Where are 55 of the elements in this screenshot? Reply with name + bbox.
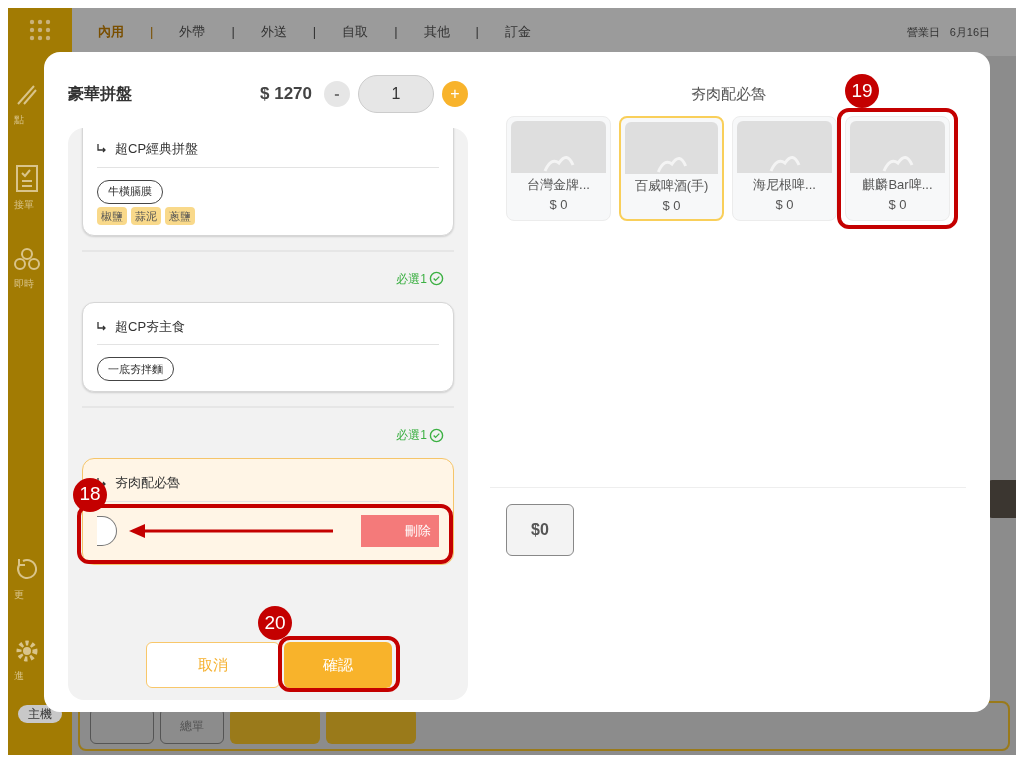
- required-label: 必選1: [396, 427, 427, 444]
- order-type-tab[interactable]: 外帶: [179, 22, 206, 42]
- callout-badge: 18: [73, 477, 107, 512]
- group-title: 夯肉配必魯: [115, 474, 180, 492]
- business-day-label: 營業日: [906, 24, 940, 40]
- quantity-field[interactable]: 1: [358, 75, 434, 113]
- check-circle-icon: [429, 271, 444, 286]
- date-label: 6月16日: [949, 24, 990, 40]
- product-name: 麒麟Bar啤...: [861, 176, 934, 194]
- group-title: 超CP夯主食: [115, 317, 186, 336]
- callout-badge: 20: [258, 606, 292, 640]
- people-icon: [14, 248, 40, 272]
- tab-separator: |: [150, 23, 154, 42]
- tab-separator: |: [475, 23, 479, 42]
- group-title: 超CP經典拼盤: [115, 140, 199, 158]
- order-type-tab[interactable]: 外送: [260, 22, 287, 42]
- option-chip[interactable]: 牛橫膈膜: [97, 179, 163, 204]
- sidebar-label[interactable]: 接單: [14, 197, 34, 212]
- delete-button[interactable]: 刪除: [361, 514, 439, 547]
- tab-separator: |: [312, 23, 317, 42]
- amount-button[interactable]: $0: [506, 504, 574, 556]
- required-label: 必選1: [396, 270, 427, 288]
- seasoning-tag: 椒鹽: [97, 206, 127, 225]
- order-type-tab[interactable]: 自取: [342, 22, 369, 42]
- check-circle-icon: [429, 427, 444, 443]
- dialog-title: 豪華拼盤: [68, 84, 132, 104]
- seasoning-tag: 蔥鹽: [165, 206, 195, 225]
- product-price: $ 0: [548, 195, 569, 214]
- order-type-tab[interactable]: 訂金: [504, 22, 531, 42]
- product-card[interactable]: 麒麟Bar啤... $ 0: [845, 116, 950, 221]
- tab-separator: |: [394, 23, 398, 42]
- sub-arrow-icon: [97, 321, 107, 331]
- callout-badge: 19: [845, 74, 879, 108]
- product-name: 百威啤酒(手): [633, 177, 710, 195]
- product-card[interactable]: 海尼根啤... $ 0: [732, 116, 837, 221]
- item-price: $ 1270: [260, 83, 312, 106]
- product-price: $ 0: [887, 195, 908, 214]
- seasoning-tag: 蒜泥: [131, 206, 161, 225]
- product-card[interactable]: 百威啤酒(手) $ 0: [619, 116, 724, 221]
- sub-arrow-icon: [97, 144, 107, 154]
- product-name: 台灣金牌...: [526, 176, 591, 194]
- product-price: $ 0: [661, 196, 682, 215]
- product-card[interactable]: 台灣金牌... $ 0: [506, 116, 611, 221]
- decrease-button[interactable]: -: [324, 81, 350, 107]
- order-type-tab[interactable]: 其他: [423, 22, 450, 42]
- gear-icon: [14, 638, 40, 664]
- product-name: 海尼根啤...: [752, 176, 817, 194]
- order-type-tab[interactable]: 內用: [98, 22, 124, 42]
- swiped-chip: [97, 515, 117, 546]
- option-chip[interactable]: 一底夯拌麵: [97, 357, 174, 381]
- swipe-arrow-icon: [129, 523, 335, 538]
- clipboard-icon: [14, 163, 40, 193]
- picker-title: 夯肉配必魯: [690, 83, 766, 104]
- product-price: $ 0: [774, 195, 795, 214]
- tab-separator: |: [231, 23, 235, 42]
